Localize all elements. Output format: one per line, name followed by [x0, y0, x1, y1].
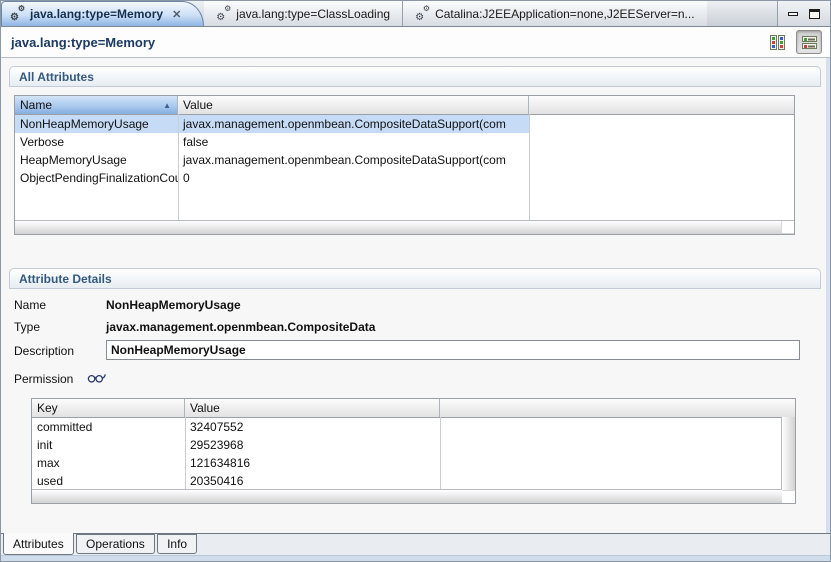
type-label: Type	[14, 320, 41, 334]
tab-info[interactable]: Info	[157, 534, 198, 554]
column-divider	[529, 114, 530, 221]
description-label: Description	[14, 344, 75, 358]
table-row[interactable]: Verbose false	[15, 133, 794, 151]
column-divider	[440, 417, 441, 490]
all-attributes-table[interactable]: Name ▲ Value NonHeapMemoryUsage javax.ma…	[14, 95, 795, 235]
scrollbar-corner	[781, 221, 794, 233]
window-bottom-frame	[1, 555, 830, 561]
all-attributes-table-header: Name ▲ Value	[15, 96, 794, 115]
table-row[interactable]: init 29523968	[32, 436, 795, 454]
bottom-tab-bar: Attributes Operations Info	[1, 533, 830, 555]
attribute-name-cell: ObjectPendingFinalizationCount	[20, 171, 178, 185]
horizontal-layout-icon	[801, 35, 817, 49]
tab-attributes[interactable]: Attributes	[3, 533, 74, 555]
vertical-layout-icon	[769, 34, 785, 50]
horizontal-scrollbar[interactable]	[15, 220, 794, 234]
attribute-value-cell: 0	[183, 171, 190, 185]
tab-operations[interactable]: Operations	[76, 534, 155, 554]
column-header-blank	[529, 96, 794, 114]
tab-label: Catalina:J2EEApplication=none,J2EEServer…	[435, 6, 695, 21]
table-row[interactable]: ObjectPendingFinalizationCount 0	[15, 169, 794, 187]
detail-permission-row: Permission	[14, 370, 108, 388]
key-cell: committed	[37, 420, 93, 434]
type-value: javax.management.openmbean.CompositeData	[106, 320, 376, 334]
value-cell: 121634816	[190, 456, 251, 470]
detail-name-row: Name NonHeapMemoryUsage	[14, 296, 241, 314]
table-row[interactable]: used 20350416	[32, 472, 795, 490]
vertical-layout-button[interactable]	[764, 30, 790, 54]
editor-body: All Attributes Name ▲ Value NonHeapMemor…	[1, 58, 830, 533]
key-cell: init	[37, 438, 53, 452]
column-header-key[interactable]: Key	[32, 399, 185, 417]
mbean-gear-icon: ⚙ ⚙	[216, 3, 232, 23]
permission-label: Permission	[14, 372, 74, 386]
tab-java-lang-classloading[interactable]: ⚙ ⚙ java.lang:type=ClassLoading	[204, 1, 403, 26]
section-title: All Attributes	[19, 69, 94, 84]
value-cell: 20350416	[190, 474, 244, 488]
tab-catalina-j2ee[interactable]: ⚙ ⚙ Catalina:J2EEApplication=none,J2EESer…	[402, 1, 707, 26]
value-cell: 29523968	[190, 438, 244, 452]
page-title: java.lang:type=Memory	[11, 34, 156, 50]
attribute-value-cell: javax.management.openmbean.CompositeData…	[178, 115, 529, 133]
mbean-editor-window: ⚙ ⚙ java.lang:type=Memory ✕ ⚙ ⚙ java.lang:…	[0, 0, 831, 562]
editor-tab-bar: ⚙ ⚙ java.lang:type=Memory ✕ ⚙ ⚙ java.lang:…	[1, 1, 830, 27]
column-divider	[178, 114, 179, 221]
sort-ascending-icon: ▲	[163, 100, 171, 110]
composite-data-table[interactable]: Key Value committed 32407552 init 295239…	[31, 398, 796, 504]
tab-label: java.lang:type=ClassLoading	[236, 6, 391, 21]
table-row[interactable]: max 121634816	[32, 454, 795, 472]
vertical-scrollbar[interactable]	[781, 417, 795, 490]
section-title: Attribute Details	[19, 271, 112, 286]
window-right-frame	[826, 58, 830, 533]
detail-type-row: Type javax.management.openmbean.Composit…	[14, 318, 375, 336]
column-header-value[interactable]: Value	[178, 96, 529, 114]
description-field[interactable]: NonHeapMemoryUsage	[106, 340, 800, 360]
horizontal-scrollbar[interactable]	[32, 489, 782, 503]
table-row[interactable]: NonHeapMemoryUsage javax.management.open…	[15, 115, 794, 133]
key-cell: used	[37, 474, 64, 488]
column-header-value[interactable]: Value	[185, 399, 440, 417]
close-icon[interactable]: ✕	[172, 8, 181, 21]
detail-description-row: Description	[14, 342, 106, 360]
attribute-value-cell: javax.management.openmbean.CompositeData…	[183, 153, 506, 167]
table-row[interactable]: HeapMemoryUsage javax.management.openmbe…	[15, 151, 794, 169]
tab-label: java.lang:type=Memory	[30, 7, 164, 21]
readable-glasses-icon	[87, 371, 108, 387]
column-divider	[185, 417, 186, 490]
attribute-value-cell: false	[183, 135, 209, 149]
name-label: Name	[14, 298, 47, 312]
view-window-buttons	[777, 1, 830, 26]
name-value: NonHeapMemoryUsage	[106, 298, 241, 312]
maximize-icon[interactable]	[809, 8, 820, 19]
attribute-name-cell: NonHeapMemoryUsage	[15, 115, 178, 133]
mbean-gear-icon: ⚙ ⚙	[10, 4, 25, 23]
attribute-details-section-header: Attribute Details	[9, 268, 821, 289]
tab-java-lang-memory[interactable]: ⚙ ⚙ java.lang:type=Memory ✕	[1, 1, 205, 26]
attribute-name-cell: HeapMemoryUsage	[20, 153, 127, 167]
value-cell: 32407552	[190, 420, 244, 434]
composite-table-header: Key Value	[32, 399, 795, 418]
column-header-name[interactable]: Name ▲	[15, 96, 178, 114]
horizontal-layout-button[interactable]	[796, 30, 822, 54]
column-header-blank	[440, 399, 795, 417]
mbean-gear-icon: ⚙ ⚙	[415, 3, 431, 23]
minimize-icon[interactable]	[788, 11, 798, 16]
table-row[interactable]: committed 32407552	[32, 418, 795, 436]
key-cell: max	[37, 456, 60, 470]
attribute-name-cell: Verbose	[20, 135, 65, 149]
editor-header: java.lang:type=Memory	[1, 27, 830, 58]
scrollbar-corner	[782, 490, 795, 503]
all-attributes-section-header: All Attributes	[9, 66, 821, 87]
